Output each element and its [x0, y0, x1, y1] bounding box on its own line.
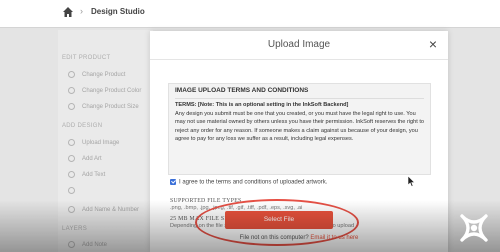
terms-heading: IMAGE UPLOAD TERMS AND CONDITIONS: [175, 84, 424, 99]
agree-checkbox[interactable]: [170, 179, 176, 185]
home-icon[interactable]: [62, 6, 74, 18]
email-link[interactable]: Email it to us here: [310, 235, 358, 241]
top-bar: › Design Studio: [0, 0, 500, 28]
close-button[interactable]: ×: [429, 36, 437, 52]
not-on-computer-text: File not on this computer? Email it to u…: [150, 235, 448, 241]
agree-label: I agree to the terms and conditions of u…: [179, 179, 328, 186]
terms-bold-label: TERMS: [Note: This is an optional settin…: [175, 102, 349, 108]
not-on-computer-label: File not on this computer?: [239, 235, 309, 241]
terms-text: TERMS: [Note: This is an optional settin…: [175, 101, 425, 144]
breadcrumb-separator: ›: [80, 6, 83, 16]
terms-box: IMAGE UPLOAD TERMS AND CONDITIONS TERMS:…: [168, 83, 431, 175]
modal-header: Upload Image ×: [150, 31, 448, 60]
agree-checkbox-row[interactable]: I agree to the terms and conditions of u…: [170, 179, 327, 186]
breadcrumb-title: Design Studio: [91, 7, 145, 16]
terms-body: Any design you submit must be one that y…: [175, 110, 425, 143]
upload-image-modal: Upload Image × IMAGE UPLOAD TERMS AND CO…: [150, 31, 448, 252]
mouse-cursor-icon: [408, 176, 416, 187]
brand-logo-icon: [460, 214, 488, 242]
modal-title: Upload Image: [267, 39, 331, 50]
